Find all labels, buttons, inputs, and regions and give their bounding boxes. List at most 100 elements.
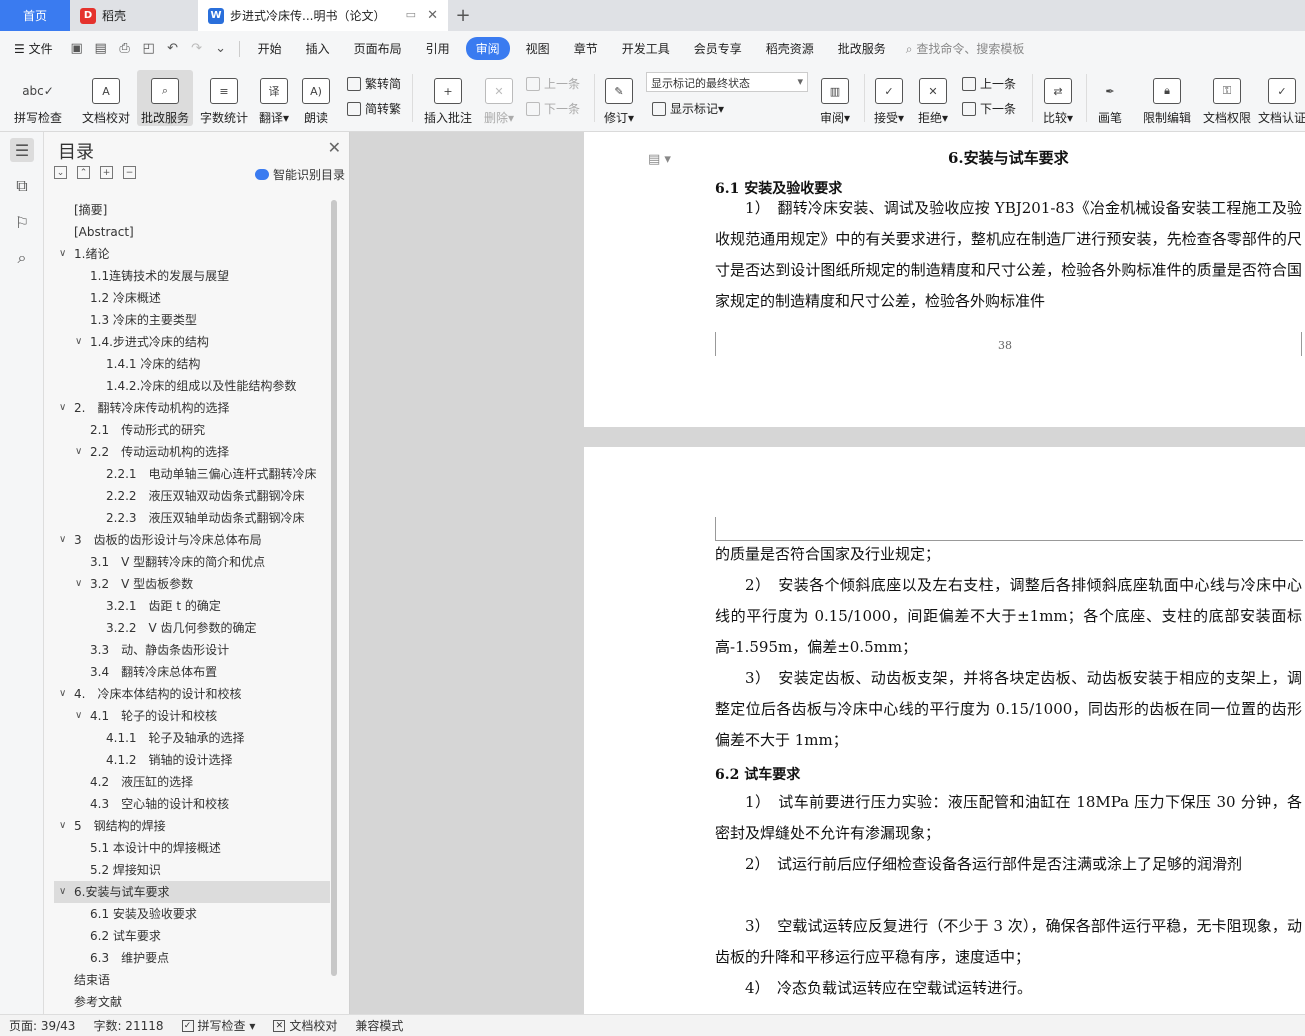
close-tab-icon[interactable]: ✕ xyxy=(427,8,438,23)
menu-member[interactable]: 会员专享 xyxy=(682,40,754,57)
read-aloud-button[interactable]: A) 朗读 xyxy=(298,70,334,126)
toc-item[interactable]: ∨ 5 钢结构的焊接 xyxy=(54,815,330,837)
undo-icon[interactable]: ↶ xyxy=(161,41,185,56)
document-area[interactable]: ▤ ▾ 6.安装与试车要求 6.1 安装及验收要求 1） 翻转冷床安装、调试及验… xyxy=(350,132,1305,1014)
toc-item[interactable]: 参考文献 xyxy=(54,991,330,1013)
menu-chapter[interactable]: 章节 xyxy=(562,40,610,57)
toc-scrollbar[interactable] xyxy=(331,200,337,976)
toc-item[interactable]: 3.2.2 V 齿几何参数的确定 xyxy=(54,617,330,639)
toc-item[interactable]: 3.1 V 型翻转冷床的简介和优点 xyxy=(54,551,330,573)
preview-icon[interactable]: ◰ xyxy=(137,41,161,56)
expand-arrow-icon[interactable]: ∨ xyxy=(59,243,66,265)
remove-heading-icon[interactable]: − xyxy=(123,166,136,179)
next-change-button[interactable]: 下一条 xyxy=(962,100,1016,117)
toc-item[interactable]: ∨ 1.4.步进式冷床的结构 xyxy=(54,331,330,353)
expand-arrow-icon[interactable]: ∨ xyxy=(59,881,66,903)
toc-item[interactable]: 3.3 动、静齿条齿形设计 xyxy=(54,639,330,661)
redo-icon[interactable]: ↷ xyxy=(185,41,209,56)
toc-item[interactable]: 1.4.1 冷床的结构 xyxy=(54,353,330,375)
file-menu[interactable]: ☰ 文件 xyxy=(0,40,65,57)
doc-permission-button[interactable]: ⚿ 文档权限 xyxy=(1200,70,1254,126)
toc-item[interactable]: 1.2 冷床概述 xyxy=(54,287,330,309)
toc-item[interactable]: 2.1 传动形式的研究 xyxy=(54,419,330,441)
menu-review[interactable]: 审阅 xyxy=(465,37,510,60)
toc-item[interactable]: 6.2 试车要求 xyxy=(54,925,330,947)
menu-view[interactable]: 视图 xyxy=(514,40,562,57)
pin-icon[interactable]: ▭ xyxy=(406,8,416,21)
doc-check-button[interactable]: A 文档校对 xyxy=(78,70,134,126)
insert-comment-button[interactable]: + 插入批注 xyxy=(420,70,476,126)
toc-item[interactable]: ∨ 3 齿板的齿形设计与冷床总体布局 xyxy=(54,529,330,551)
toc-item[interactable]: 1.4.2.冷床的组成以及性能结构参数 xyxy=(54,375,330,397)
toc-item[interactable]: 结束语 xyxy=(54,969,330,991)
compare-button[interactable]: ⇄ 比较▾ xyxy=(1038,70,1078,126)
page-indicator[interactable]: 页面: 39/43 xyxy=(0,1017,84,1034)
toc-item[interactable]: ∨ 2. 翻转冷床传动机构的选择 xyxy=(54,397,330,419)
accept-button[interactable]: ✓ 接受▾ xyxy=(870,70,908,126)
command-search[interactable]: ⌕ 查找命令、搜索模板 xyxy=(906,40,1025,57)
toc-item[interactable]: ∨ 3.2 V 型齿板参数 xyxy=(54,573,330,595)
toc-item[interactable]: 4.1.2 销轴的设计选择 xyxy=(54,749,330,771)
toc-item[interactable]: [Abstract] xyxy=(54,221,330,243)
expand-arrow-icon[interactable]: ∨ xyxy=(59,683,66,705)
bookmark-icon[interactable]: ⚐ xyxy=(10,210,34,234)
word-count-status[interactable]: 字数: 21118 xyxy=(84,1017,172,1034)
prev-comment-button[interactable]: 上一条 xyxy=(526,75,580,92)
toc-item[interactable]: 6.3 维护要点 xyxy=(54,947,330,969)
next-comment-button[interactable]: 下一条 xyxy=(526,100,580,117)
toc-item[interactable]: 2.2.2 液压双轴双动齿条式翻钢冷床 xyxy=(54,485,330,507)
reject-button[interactable]: ✕ 拒绝▾ xyxy=(914,70,952,126)
toc-item[interactable]: 4.1.1 轮子及轴承的选择 xyxy=(54,727,330,749)
toc-item[interactable]: ∨ 2.2 传动运动机构的选择 xyxy=(54,441,330,463)
correct-service-button[interactable]: ⌕ 批改服务 xyxy=(137,70,193,126)
toc-item[interactable]: 5.1 本设计中的焊接概述 xyxy=(54,837,330,859)
menu-insert[interactable]: 插入 xyxy=(294,40,342,57)
word-count-button[interactable]: ≡ 字数统计 xyxy=(197,70,251,126)
smart-toc-button[interactable]: 智能识别目录 xyxy=(254,166,345,183)
toc-item[interactable]: 4.2 液压缸的选择 xyxy=(54,771,330,793)
expand-arrow-icon[interactable]: ∨ xyxy=(75,331,82,353)
toc-item[interactable]: 2.2.3 液压双轴单动齿条式翻钢冷床 xyxy=(54,507,330,529)
toc-item[interactable]: 6.1 安装及验收要求 xyxy=(54,903,330,925)
expand-arrow-icon[interactable]: ∨ xyxy=(59,397,66,419)
trad-to-simp-button[interactable]: 繁转简 xyxy=(347,75,401,92)
add-heading-icon[interactable]: + xyxy=(100,166,113,179)
new-tab-button[interactable]: + xyxy=(448,0,478,31)
toc-item[interactable]: ∨ 4. 冷床本体结构的设计和校核 xyxy=(54,683,330,705)
collapse-all-icon[interactable]: ⌄ xyxy=(54,166,67,179)
expand-arrow-icon[interactable]: ∨ xyxy=(59,815,66,837)
ink-button[interactable]: ✒ 画笔 xyxy=(1094,70,1126,126)
review-pane-button[interactable]: ▥ 审阅▾ xyxy=(816,70,854,126)
tab-wps[interactable]: D 稻壳 xyxy=(70,0,198,31)
chapter-nav-icon[interactable]: ⧉ xyxy=(10,174,34,198)
toc-item[interactable]: ∨ 1.绪论 xyxy=(54,243,330,265)
toc-item[interactable]: ∨ 6.安装与试车要求 xyxy=(54,881,330,903)
toc-scrollbar-thumb[interactable] xyxy=(331,200,337,976)
simp-to-trad-button[interactable]: 简转繁 xyxy=(347,100,401,117)
close-toc-icon[interactable]: ✕ xyxy=(328,138,341,157)
restrict-edit-button[interactable]: 🔒︎ 限制编辑 xyxy=(1140,70,1194,126)
translate-button[interactable]: 译 翻译▾ xyxy=(256,70,292,126)
doc-check-status[interactable]: ✕ 文档校对 xyxy=(264,1017,346,1034)
toc-item[interactable]: 5.2 焊接知识 xyxy=(54,859,330,881)
toc-item[interactable]: 1.3 冷床的主要类型 xyxy=(54,309,330,331)
toc-panel-icon[interactable]: ☰ xyxy=(10,138,34,162)
save-icon[interactable]: ▣ xyxy=(65,41,89,56)
doc-auth-button[interactable]: ✓ 文档认证 xyxy=(1258,70,1305,126)
search-icon[interactable]: ⌕ xyxy=(10,246,34,270)
markup-state-select[interactable]: 显示标记的最终状态 xyxy=(646,72,808,92)
revise-button[interactable]: ✎ 修订▾ xyxy=(600,70,638,126)
menu-start[interactable]: 开始 xyxy=(246,40,294,57)
menu-docer[interactable]: 稻壳资源 xyxy=(754,40,826,57)
toc-item[interactable]: 4.3 空心轴的设计和校核 xyxy=(54,793,330,815)
expand-arrow-icon[interactable]: ∨ xyxy=(75,573,82,595)
toc-item[interactable]: 3.4 翻转冷床总体布置 xyxy=(54,661,330,683)
toc-item[interactable]: 1.1连铸技术的发展与展望 xyxy=(54,265,330,287)
document-page[interactable]: ▤ ▾ 6.安装与试车要求 6.1 安装及验收要求 1） 翻转冷床安装、调试及验… xyxy=(584,132,1305,427)
expand-arrow-icon[interactable]: ∨ xyxy=(75,441,82,463)
menu-reference[interactable]: 引用 xyxy=(414,40,462,57)
tab-home[interactable]: 首页 xyxy=(0,0,70,31)
tab-document[interactable]: W 步进式冷床传...明书（论文） ▭ ✕ xyxy=(198,0,448,31)
delete-comment-button[interactable]: ✕ 删除▾ xyxy=(480,70,518,126)
expand-all-icon[interactable]: ⌃ xyxy=(77,166,90,179)
